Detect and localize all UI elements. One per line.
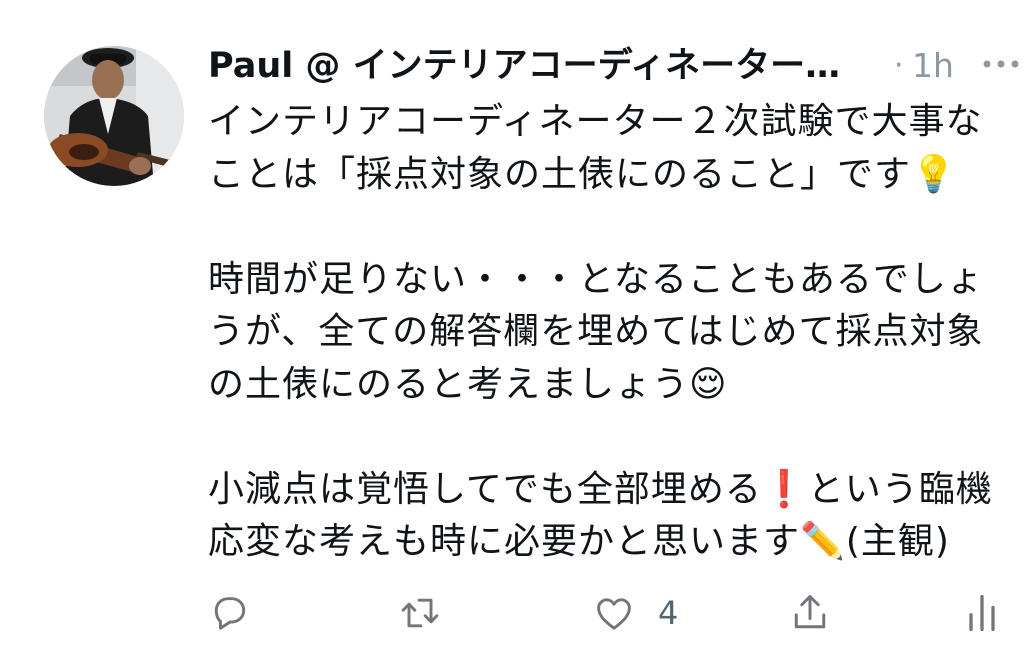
more-options-button[interactable] — [978, 46, 1024, 82]
tweet-paragraph-2: 時間が足りない・・・となることもあるでしょうが、全ての解答欄を埋めてはじめて採点… — [208, 258, 984, 405]
analytics-icon — [969, 594, 995, 632]
like-button[interactable]: 4 — [592, 588, 678, 638]
like-count: 4 — [658, 594, 679, 632]
more-icon — [983, 60, 1019, 68]
tweet-paragraph-3: 小減点は覚悟してでも全部埋める❗️という臨機応変な考えも時に必要かと思います✏️… — [208, 468, 993, 563]
author-name[interactable]: Paul @ インテリアコーディネーター… — [208, 44, 888, 88]
tweet-text: インテリアコーディネーター２次試験で大事なことは「採点対象の土俵にのること」です… — [208, 96, 1016, 569]
tweet-actions: 4 — [200, 584, 1024, 640]
avatar-photo — [44, 46, 184, 186]
retweet-icon — [401, 598, 439, 628]
reply-icon — [214, 597, 246, 630]
share-icon — [794, 595, 826, 629]
tweet-paragraph-1: インテリアコーディネーター２次試験で大事なことは「採点対象の土俵にのること」です… — [208, 101, 983, 195]
reply-button[interactable] — [208, 588, 252, 638]
share-button[interactable] — [788, 588, 832, 638]
tweet-header: Paul @ インテリアコーディネーター… · 1h — [208, 40, 1019, 90]
avatar[interactable] — [44, 46, 184, 186]
tweet-timestamp[interactable]: 1h — [912, 44, 954, 88]
retweet-button[interactable] — [398, 588, 442, 638]
heart-icon — [597, 598, 631, 630]
analytics-button[interactable] — [960, 588, 1004, 638]
header-separator: · — [894, 48, 904, 83]
